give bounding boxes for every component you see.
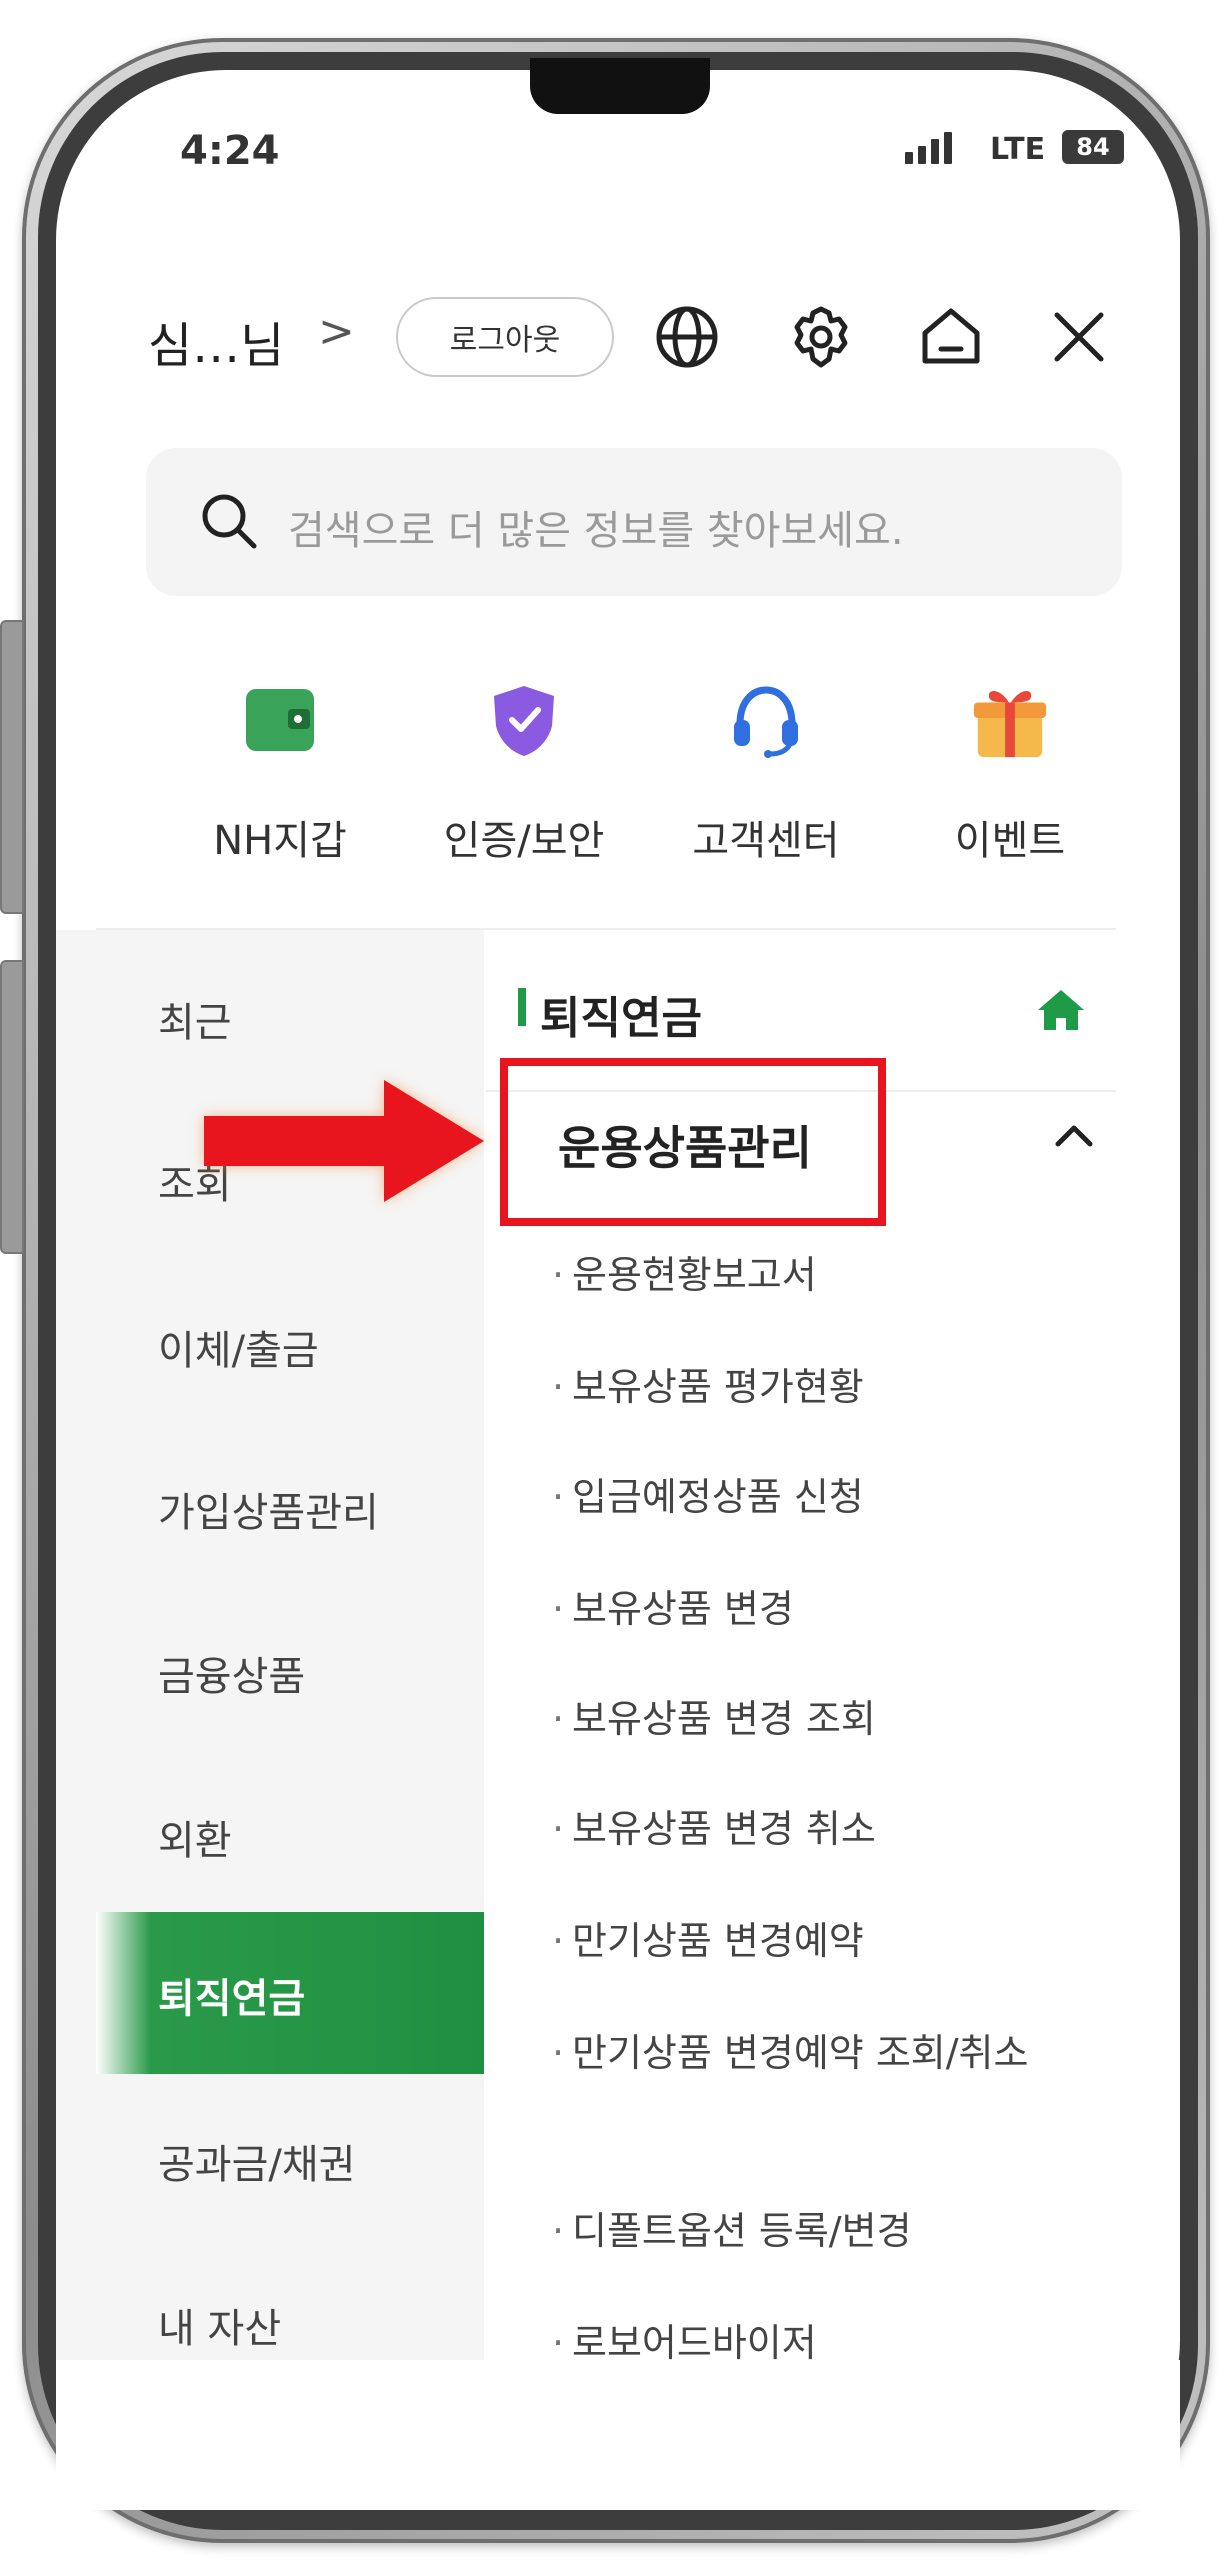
search-icon[interactable] (198, 490, 260, 556)
phone-side-button (0, 620, 24, 914)
user-name[interactable]: 심…님 (148, 306, 284, 376)
chevron-right-icon[interactable]: > (318, 306, 355, 357)
quick-menu-customer-center[interactable]: 고객센터 (666, 680, 866, 866)
arrow-icon (184, 1066, 504, 1220)
home-icon[interactable] (1036, 988, 1086, 1036)
left-menu-item-financial-products[interactable]: 금융상품 (158, 1644, 305, 1702)
quick-menu-nh-wallet[interactable]: NH지갑 (180, 680, 380, 866)
logout-button[interactable]: 로그아웃 (396, 297, 614, 377)
globe-icon[interactable] (648, 298, 726, 376)
phone-side-button (0, 960, 24, 1254)
gear-icon[interactable] (782, 298, 860, 376)
phone-notch (530, 58, 710, 114)
chevron-up-icon[interactable] (1050, 1112, 1098, 1164)
sub-item-holding-change[interactable]: 보유상품 변경 (552, 1578, 1052, 1640)
screen-bottom (56, 2360, 1180, 2510)
battery-level: 84 (1076, 133, 1110, 161)
battery-icon: 84 (1062, 130, 1124, 164)
shield-check-icon (484, 680, 564, 760)
left-menu-item-pension: 퇴직연금 (158, 1976, 306, 2022)
sub-item-maturity-reservation-inquiry[interactable]: 만기상품 변경예약 조회/취소 (552, 2022, 1072, 2084)
home-icon[interactable] (912, 298, 990, 376)
quick-menu-label: NH지갑 (213, 818, 347, 864)
quick-menu-label: 이벤트 (954, 818, 1066, 864)
gift-icon (970, 680, 1050, 760)
sub-item-holding-evaluation[interactable]: 보유상품 평가현황 (552, 1356, 1052, 1418)
signal-icon (905, 130, 952, 164)
quick-menu-label: 인증/보안 (443, 818, 605, 864)
section-title: 퇴직연금 (540, 993, 702, 1044)
highlight-box (500, 1058, 886, 1226)
left-menu-item-transfer[interactable]: 이체/출금 (158, 1318, 319, 1376)
left-menu-item-recent[interactable]: 최근 (158, 990, 232, 1048)
sub-item-default-option[interactable]: 디폴트옵션 등록/변경 (552, 2200, 1052, 2262)
quick-menu-auth-security[interactable]: 인증/보안 (424, 680, 624, 866)
section-title-accent (518, 988, 526, 1026)
sub-item-holding-change-inquiry[interactable]: 보유상품 변경 조회 (552, 1688, 1052, 1750)
sub-item-holding-change-cancel[interactable]: 보유상품 변경 취소 (552, 1798, 1052, 1860)
left-menu-item-forex[interactable]: 외환 (158, 1808, 232, 1866)
left-menu-item-subscribed-products[interactable]: 가입상품관리 (158, 1480, 379, 1538)
network-label: LTE (990, 132, 1046, 167)
logout-label: 로그아웃 (449, 323, 561, 358)
quick-menu-label: 고객센터 (692, 818, 840, 864)
sub-item-maturity-reservation[interactable]: 만기상품 변경예약 (552, 1910, 1052, 1972)
left-menu-item-my-assets[interactable]: 내 자산 (158, 2296, 281, 2354)
search-placeholder: 검색으로 더 많은 정보를 찾아보세요. (288, 508, 904, 554)
sub-item-deposit-plan[interactable]: 입금예정상품 신청 (552, 1466, 1052, 1528)
close-icon[interactable] (1040, 298, 1118, 376)
quick-menu-event[interactable]: 이벤트 (910, 680, 1110, 866)
sub-item-operation-report[interactable]: 운용현황보고서 (552, 1244, 1052, 1306)
wallet-icon (240, 680, 320, 760)
headset-icon (726, 680, 806, 760)
status-time: 4:24 (180, 128, 280, 174)
left-menu-item-utility-bonds[interactable]: 공과금/채권 (158, 2132, 355, 2190)
